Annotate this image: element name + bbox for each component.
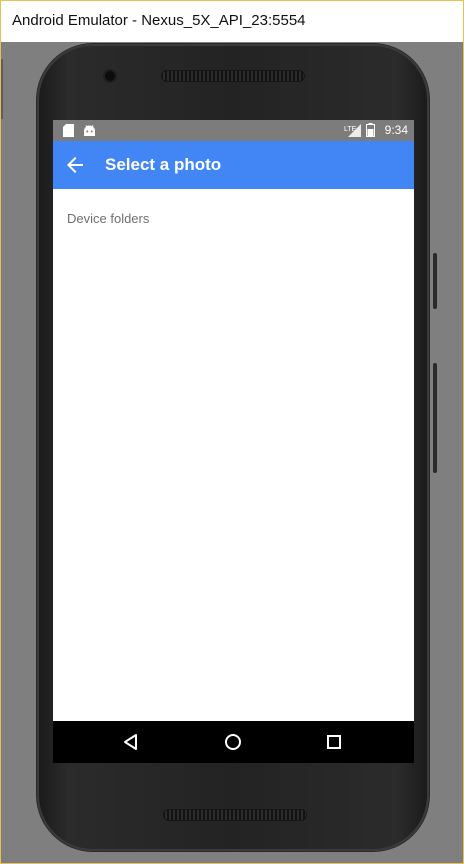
power-button[interactable] [433, 253, 437, 309]
page-title: Select a photo [105, 155, 222, 174]
battery-icon [366, 123, 375, 142]
back-triangle-icon[interactable] [121, 732, 141, 752]
status-time: 9:34 [384, 123, 408, 137]
android-icon [83, 124, 96, 142]
recents-square-icon[interactable] [324, 732, 344, 752]
window-titlebar: Android Emulator - Nexus_5X_API_23:5554 [1, 1, 463, 42]
bottom-speaker [163, 809, 307, 821]
device-screen: LTE 9:34 Select a photo Device folders [53, 120, 414, 763]
navigation-bar [53, 721, 414, 763]
window-title: Android Emulator - Nexus_5X_API_23:5554 [12, 12, 306, 29]
status-bar: LTE 9:34 [53, 120, 414, 141]
device-folders-heading: Device folders [67, 211, 150, 226]
earpiece-speaker [161, 70, 305, 82]
lte-signal-icon: LTE [344, 123, 362, 142]
front-camera-icon [105, 71, 115, 81]
volume-button[interactable] [433, 363, 437, 473]
app-bar: Select a photo [53, 141, 414, 189]
sd-card-icon [63, 124, 74, 142]
home-circle-icon[interactable] [223, 732, 243, 752]
window-edge-handle [1, 59, 3, 119]
arrow-back-icon[interactable] [63, 153, 87, 177]
emulator-window: Android Emulator - Nexus_5X_API_23:5554 [0, 0, 464, 864]
